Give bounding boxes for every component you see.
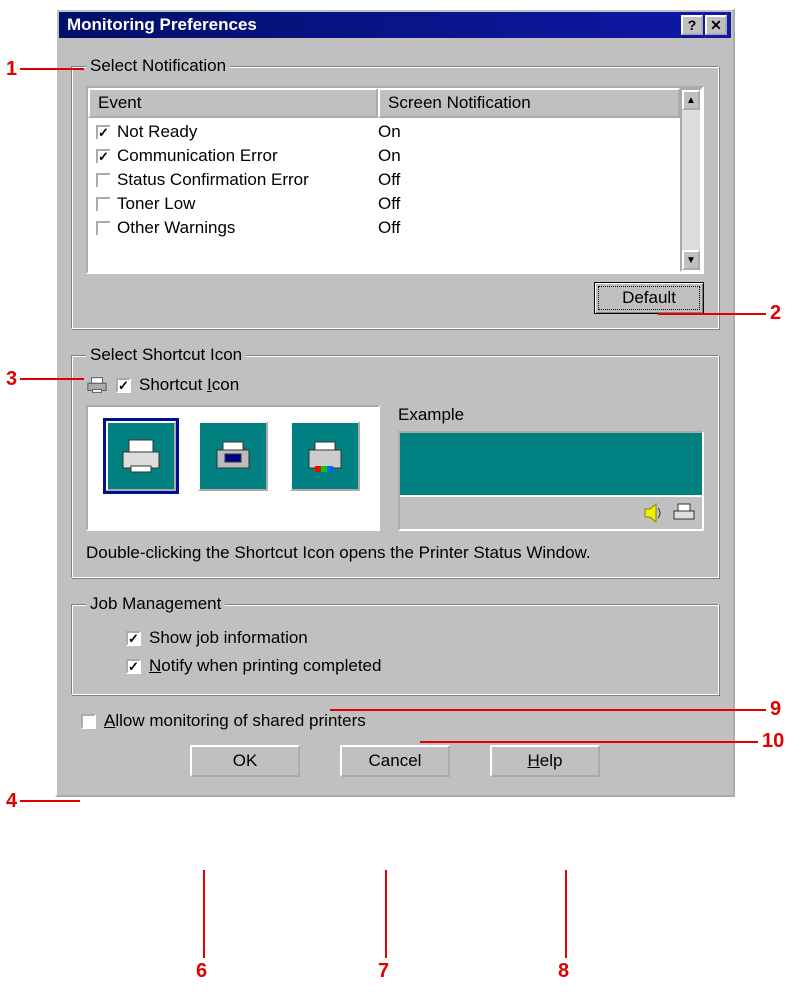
- row-value: Off: [378, 170, 672, 190]
- printer-tray-icon: [672, 502, 696, 524]
- callout-line: [658, 313, 766, 315]
- callout-8: 8: [558, 960, 569, 983]
- window-title: Monitoring Preferences: [63, 15, 679, 35]
- shortcut-hint-text: Double-clicking the Shortcut Icon opens …: [86, 543, 704, 563]
- notify-complete-label: Notify when printing completed: [149, 656, 381, 676]
- cancel-button[interactable]: Cancel: [340, 745, 450, 777]
- checkbox-not-ready[interactable]: [96, 125, 111, 140]
- default-button-label: Default: [622, 288, 676, 307]
- scroll-up-icon[interactable]: ▲: [682, 90, 700, 110]
- callout-line: [203, 870, 205, 958]
- list-row[interactable]: Communication Error On: [88, 144, 680, 168]
- callout-10: 10: [762, 730, 784, 753]
- dialog-body: Select Notification Event Screen Notific…: [59, 38, 731, 793]
- show-job-checkbox[interactable]: [126, 631, 141, 646]
- printer-icon: [86, 375, 108, 395]
- callout-line: [385, 870, 387, 958]
- row-label: Not Ready: [117, 122, 197, 142]
- callout-2: 2: [770, 302, 781, 325]
- header-event[interactable]: Event: [88, 88, 378, 118]
- printer-icon-option-2[interactable]: [198, 421, 268, 491]
- taskbar-tray: [400, 495, 702, 529]
- callout-line: [20, 800, 80, 802]
- list-row[interactable]: Status Confirmation Error Off: [88, 168, 680, 192]
- row-label: Toner Low: [117, 194, 195, 214]
- callout-line: [565, 870, 567, 958]
- callout-3: 3: [6, 368, 17, 391]
- row-value: On: [378, 146, 672, 166]
- list-row[interactable]: Not Ready On: [88, 120, 680, 144]
- row-value: On: [378, 122, 672, 142]
- cancel-button-label: Cancel: [369, 751, 422, 770]
- shortcut-icon-label: Shortcut Icon: [139, 375, 239, 395]
- list-header: Event Screen Notification: [88, 88, 680, 118]
- help-button[interactable]: ?: [681, 15, 703, 35]
- help-dialog-button[interactable]: Help: [490, 745, 600, 777]
- select-notification-group: Select Notification Event Screen Notific…: [71, 56, 719, 329]
- close-button[interactable]: ✕: [705, 15, 727, 35]
- shared-printers-checkbox[interactable]: [81, 714, 96, 729]
- callout-line: [20, 68, 84, 70]
- ok-button[interactable]: OK: [190, 745, 300, 777]
- callout-line: [20, 378, 84, 380]
- notification-list: Event Screen Notification Not Ready On C…: [86, 86, 704, 274]
- shared-printers-label: Allow monitoring of shared printers: [104, 711, 366, 731]
- checkbox-other-warn[interactable]: [96, 221, 111, 236]
- scrollbar[interactable]: ▲ ▼: [680, 88, 702, 272]
- list-rows: Not Ready On Communication Error On Stat…: [88, 118, 680, 242]
- printer-icon-option-3[interactable]: [290, 421, 360, 491]
- row-label: Other Warnings: [117, 218, 235, 238]
- list-row[interactable]: Toner Low Off: [88, 192, 680, 216]
- callout-7: 7: [378, 960, 389, 983]
- speaker-icon: [642, 502, 666, 524]
- example-column: Example: [398, 405, 704, 531]
- titlebar: Monitoring Preferences ? ✕: [59, 12, 731, 38]
- row-value: Off: [378, 218, 672, 238]
- callout-9: 9: [770, 698, 781, 721]
- callout-6: 6: [196, 960, 207, 983]
- header-notification[interactable]: Screen Notification: [378, 88, 680, 118]
- row-value: Off: [378, 194, 672, 214]
- show-job-label: Show job information: [149, 628, 308, 648]
- default-button[interactable]: Default: [594, 282, 704, 314]
- callout-1: 1: [6, 58, 17, 81]
- select-notification-legend: Select Notification: [86, 56, 230, 76]
- row-label: Status Confirmation Error: [117, 170, 309, 190]
- printer-icon-option-1[interactable]: [106, 421, 176, 491]
- icon-selection-panel: [86, 405, 380, 531]
- checkbox-comm-error[interactable]: [96, 149, 111, 164]
- notify-complete-checkbox[interactable]: [126, 659, 141, 674]
- callout-4: 4: [6, 790, 17, 813]
- select-shortcut-group: Select Shortcut Icon Shortcut Icon: [71, 345, 719, 578]
- example-preview: [398, 431, 704, 531]
- job-management-legend: Job Management: [86, 594, 225, 614]
- shortcut-icon-checkbox[interactable]: [116, 378, 131, 393]
- ok-button-label: OK: [233, 751, 258, 770]
- scroll-down-icon[interactable]: ▼: [682, 250, 700, 270]
- example-label: Example: [398, 405, 704, 425]
- monitoring-preferences-dialog: Monitoring Preferences ? ✕ Select Notifi…: [55, 8, 735, 797]
- row-label: Communication Error: [117, 146, 278, 166]
- checkbox-toner-low[interactable]: [96, 197, 111, 212]
- callout-line: [420, 741, 758, 743]
- callout-line: [330, 709, 766, 711]
- dialog-button-row: OK Cancel Help: [71, 745, 719, 777]
- checkbox-status-conf[interactable]: [96, 173, 111, 188]
- select-shortcut-legend: Select Shortcut Icon: [86, 345, 246, 365]
- job-management-group: Job Management Show job information Noti…: [71, 594, 719, 695]
- list-row[interactable]: Other Warnings Off: [88, 216, 680, 240]
